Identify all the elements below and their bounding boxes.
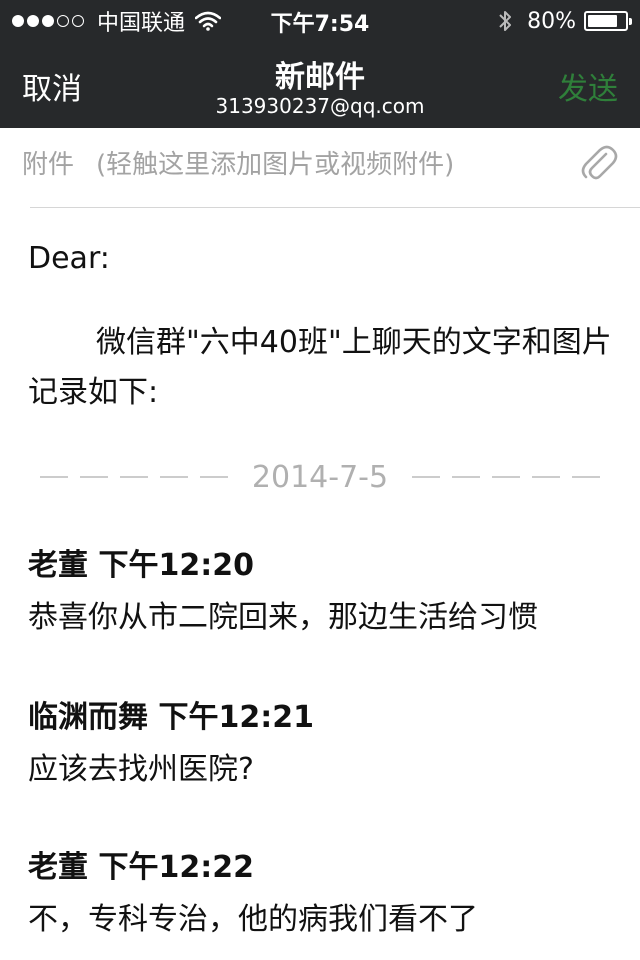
- battery-tip: [629, 18, 632, 25]
- dash: [452, 476, 481, 478]
- message-header: 老董 下午12:20: [28, 548, 254, 583]
- page-title: 新邮件: [275, 60, 365, 95]
- status-bar: 中国联通 下午7:54 80%: [0, 0, 640, 40]
- dash: [159, 476, 188, 478]
- nav-bar: 取消 新邮件 313930237@qq.com 发送: [0, 40, 640, 128]
- message-text[interactable]: 不，专科专治，他的病我们看不了: [28, 894, 478, 938]
- dash: [79, 476, 108, 478]
- attachment-hint[interactable]: (轻触这里添加图片或视频附件): [96, 144, 454, 181]
- dash: [39, 476, 68, 478]
- dash: [412, 476, 441, 478]
- attachment-label: 附件: [22, 150, 75, 180]
- bluetooth-icon: [499, 11, 512, 31]
- battery-percent: 80%: [527, 8, 576, 34]
- message-header: 老董 下午12:22: [28, 850, 254, 885]
- date-separator: 2014-7-5: [0, 452, 640, 502]
- intro-text[interactable]: 微信群"六中40班"上聊天的文字和图片记录如下:: [28, 318, 618, 418]
- message-header: 临渊而舞 下午12:21: [28, 700, 314, 735]
- greeting-text[interactable]: Dear:: [28, 234, 110, 284]
- status-right: 80%: [497, 6, 632, 36]
- battery-icon: [584, 11, 632, 31]
- send-button[interactable]: 发送: [558, 64, 618, 108]
- message-text[interactable]: 恭喜你从市二院回来，那边生活给习惯: [28, 592, 538, 636]
- attachment-row[interactable]: 附件 (轻触这里添加图片或视频附件): [0, 128, 640, 208]
- battery-fill: [588, 15, 617, 27]
- dash: [119, 476, 148, 478]
- paperclip-icon[interactable]: [578, 140, 618, 184]
- header: 中国联通 下午7:54 80% 取消 新邮件 313930237@qq.com …: [0, 0, 640, 128]
- chat-date: 2014-7-5: [251, 459, 389, 495]
- dash: [572, 476, 601, 478]
- dash: [532, 476, 561, 478]
- sender-email: 313930237@qq.com: [215, 94, 425, 118]
- dash: [492, 476, 521, 478]
- message-text[interactable]: 应该去找州医院?: [28, 744, 254, 788]
- divider: [30, 207, 640, 208]
- dash: [199, 476, 228, 478]
